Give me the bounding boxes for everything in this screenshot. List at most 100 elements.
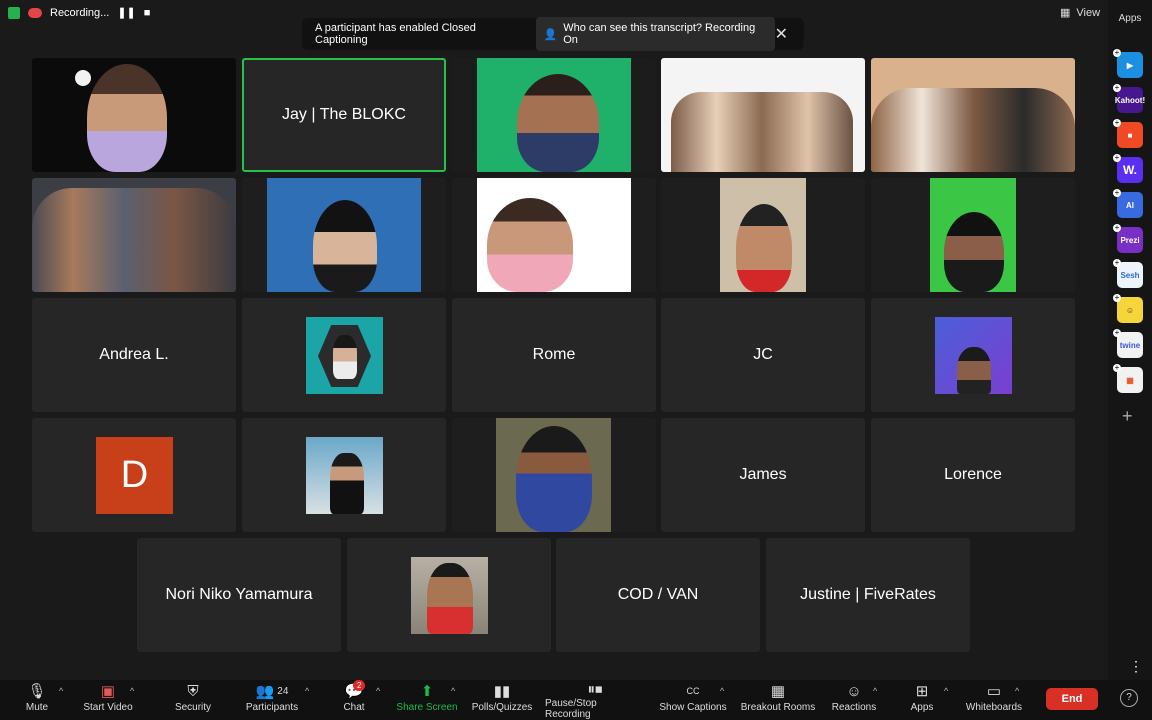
arrow-app-icon[interactable]: ▶	[1117, 52, 1143, 78]
chevron-up-icon[interactable]: ^	[130, 686, 134, 696]
video-tile-active[interactable]: Jay | The BLOKC	[242, 58, 446, 172]
whiteboards-label: Whiteboards	[965, 702, 1023, 713]
avatar	[306, 317, 383, 394]
participants-label: Participants	[245, 702, 299, 713]
name-tile[interactable]: Andrea L.	[32, 298, 236, 412]
twine-app-icon[interactable]: twine	[1117, 332, 1143, 358]
video-tile[interactable]	[242, 178, 446, 292]
add-app-icon[interactable]: +	[1122, 406, 1133, 427]
chevron-up-icon[interactable]: ^	[59, 686, 63, 696]
avatar-tile[interactable]	[242, 418, 446, 532]
end-meeting-button[interactable]: End	[1046, 688, 1098, 710]
chat-label: Chat	[343, 702, 365, 713]
breakout-label: Breakout Rooms	[740, 702, 816, 713]
avatar-tile[interactable]	[347, 538, 551, 652]
sesh-app-icon[interactable]: Sesh	[1117, 262, 1143, 288]
participant-video	[496, 418, 611, 532]
participants-button[interactable]: 👥 24 Participants	[244, 680, 300, 720]
name-tile[interactable]: JC	[661, 298, 865, 412]
security-button[interactable]: ⛨ Security	[172, 680, 214, 720]
stop-icon[interactable]: ■	[144, 7, 151, 19]
avatar-tile[interactable]	[242, 298, 446, 412]
avatar-tile[interactable]: D	[32, 418, 236, 532]
grid-app-icon[interactable]: ▦	[1117, 367, 1143, 393]
view-button[interactable]: ▦ View	[1060, 6, 1100, 20]
participant-video	[720, 178, 806, 292]
pause-icon[interactable]: ❚❚	[117, 6, 135, 19]
video-tile[interactable]	[871, 58, 1075, 172]
video-tile[interactable]	[452, 178, 656, 292]
mute-button[interactable]: 🎙 Mute	[20, 680, 54, 720]
breakout-icon: ▦	[770, 683, 786, 700]
avatar-tile[interactable]	[871, 298, 1075, 412]
participants-icon: 👥 24	[255, 683, 289, 700]
participant-video	[267, 178, 421, 292]
apps-button[interactable]: ⊞ Apps	[910, 680, 934, 720]
participant-name: JC	[753, 346, 773, 363]
plus-icon: +	[1113, 83, 1121, 92]
avatar	[935, 317, 1012, 394]
chevron-up-icon[interactable]: ^	[1015, 686, 1019, 696]
name-tile[interactable]: Nori Niko Yamamura	[137, 538, 341, 652]
participant-name: Justine | FiveRates	[800, 586, 936, 603]
orange-app-icon[interactable]: ■	[1117, 122, 1143, 148]
smile-app-icon[interactable]: ☺	[1117, 297, 1143, 323]
transcript-info-chip[interactable]: 👤 Who can see this transcript? Recording…	[535, 17, 775, 51]
prezi-app-icon[interactable]: Prezi	[1117, 227, 1143, 253]
show-captions-button[interactable]: CC Show Captions	[659, 680, 727, 720]
share-screen-label: Share Screen	[396, 702, 458, 713]
participant-name: COD / VAN	[617, 586, 699, 603]
chevron-up-icon[interactable]: ^	[376, 686, 380, 696]
plus-icon: +	[1113, 258, 1121, 267]
chevron-up-icon[interactable]: ^	[873, 686, 877, 696]
plus-icon: +	[1113, 153, 1121, 162]
apps-title: Apps	[1118, 13, 1142, 24]
help-icon[interactable]: ?	[1120, 689, 1138, 707]
video-tile[interactable]	[661, 178, 865, 292]
video-tile[interactable]	[452, 418, 656, 532]
pause-stop-recording-button[interactable]: ⏸⏹ Pause/Stop Recording	[545, 680, 645, 720]
polls-button[interactable]: ▮▮ Polls/Quizzes	[471, 680, 533, 720]
video-tile[interactable]	[32, 178, 236, 292]
start-video-button[interactable]: ▣ Start Video	[80, 680, 136, 720]
chevron-up-icon[interactable]: ^	[944, 686, 948, 696]
video-tile[interactable]	[32, 58, 236, 172]
chevron-up-icon[interactable]: ^	[451, 686, 455, 696]
reactions-button[interactable]: ☺ Reactions	[831, 680, 877, 720]
name-tile[interactable]: Justine | FiveRates	[766, 538, 970, 652]
more-options-icon[interactable]: ⋮	[1129, 658, 1143, 675]
meeting-toolbar: 🎙 Mute ^ ▣ Start Video ^ ⛨ Security 👥 24 …	[0, 680, 1152, 720]
whiteboard-icon: ▭	[986, 683, 1002, 700]
close-icon[interactable]: ✕	[775, 24, 788, 44]
name-tile[interactable]: Lorence	[871, 418, 1075, 532]
kahoot-app-icon[interactable]: Kahoot!	[1115, 87, 1145, 113]
name-tile[interactable]: COD / VAN	[556, 538, 760, 652]
participant-name: Nori Niko Yamamura	[165, 586, 313, 603]
plus-icon: +	[1113, 188, 1121, 197]
ai-app-icon[interactable]: AI	[1117, 192, 1143, 218]
w-app-icon[interactable]: W.	[1117, 157, 1143, 183]
captions-icon: CC	[686, 686, 700, 696]
participant-name: Jay | The BLOKC	[282, 106, 406, 123]
captions-label: Show Captions	[659, 702, 727, 713]
plus-icon: +	[1113, 118, 1121, 127]
share-screen-button[interactable]: ⬆ Share Screen	[396, 680, 458, 720]
chevron-up-icon[interactable]: ^	[305, 686, 309, 696]
cloud-recording-icon	[28, 7, 42, 18]
video-off-icon: ▣	[100, 683, 116, 700]
participant-name: Rome	[532, 346, 576, 363]
video-tile[interactable]	[452, 58, 656, 172]
bar-chart-icon: ▮▮	[493, 683, 511, 700]
video-tile[interactable]	[871, 178, 1075, 292]
polls-label: Polls/Quizzes	[471, 702, 533, 713]
breakout-rooms-button[interactable]: ▦ Breakout Rooms	[740, 680, 816, 720]
video-tile[interactable]	[661, 58, 865, 172]
chevron-up-icon[interactable]: ^	[720, 686, 724, 696]
name-tile[interactable]: Rome	[452, 298, 656, 412]
moon	[75, 70, 91, 86]
chat-button[interactable]: 💬 2 Chat	[341, 680, 367, 720]
participant-video	[930, 178, 1016, 292]
name-tile[interactable]: James	[661, 418, 865, 532]
pause-stop-label: Pause/Stop Recording	[545, 698, 597, 720]
plus-icon: +	[1113, 223, 1121, 232]
